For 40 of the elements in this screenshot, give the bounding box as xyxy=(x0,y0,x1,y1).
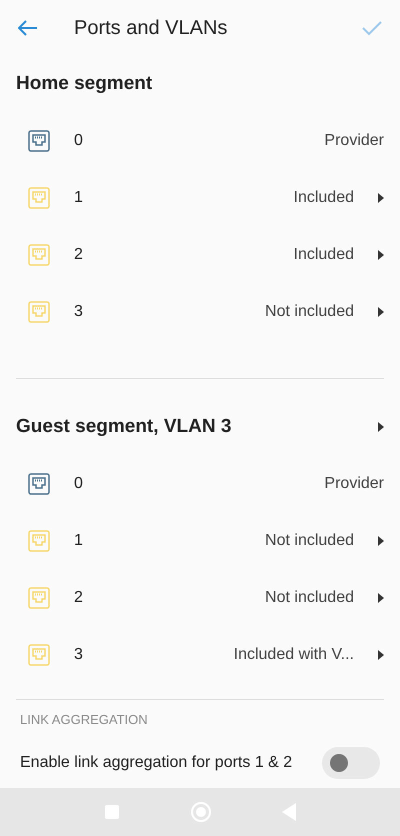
port-number: 1 xyxy=(74,188,84,206)
port-status[interactable]: Not included xyxy=(265,302,354,320)
ethernet-port-icon xyxy=(28,586,50,608)
segment-title: Home segment xyxy=(16,73,154,95)
port-number: 2 xyxy=(74,588,84,606)
home-icon[interactable] xyxy=(190,801,212,823)
recent-apps-icon[interactable] xyxy=(104,804,120,820)
port-number: 0 xyxy=(74,132,84,150)
ethernet-port-icon xyxy=(28,130,50,152)
port-status[interactable]: Included xyxy=(294,188,354,206)
caret-icon xyxy=(378,192,384,202)
port-status: Provider xyxy=(324,132,384,150)
caret-icon xyxy=(378,422,384,432)
port-number: 3 xyxy=(74,646,84,664)
ethernet-port-icon xyxy=(28,644,50,666)
ethernet-port-icon xyxy=(28,186,50,208)
section-heading: LINK AGGREGATION xyxy=(19,711,149,729)
port-number: 0 xyxy=(74,474,84,492)
caret-icon xyxy=(378,306,384,316)
port-status[interactable]: Included xyxy=(294,246,354,264)
ethernet-port-icon xyxy=(28,472,50,494)
port-status[interactable]: Not included xyxy=(265,588,354,606)
caret-icon xyxy=(378,536,384,546)
link-aggregation-switch[interactable] xyxy=(322,747,380,779)
caret-icon xyxy=(378,592,384,602)
port-number: 3 xyxy=(74,302,84,320)
segment-title: Guest segment, VLAN 3 xyxy=(16,416,232,438)
port-status: Provider xyxy=(324,474,384,492)
screen-title: Ports and VLANs xyxy=(74,16,228,40)
caret-icon xyxy=(378,650,384,660)
caret-icon xyxy=(378,250,384,260)
port-status[interactable]: Included with V... xyxy=(234,646,354,664)
back-icon[interactable] xyxy=(282,803,296,821)
port-status[interactable]: Not included xyxy=(265,532,354,550)
ethernet-port-icon xyxy=(28,244,50,266)
ethernet-port-icon xyxy=(28,300,50,322)
port-number: 1 xyxy=(74,532,84,550)
toggle-label: Enable link aggregation for ports 1 & 2 xyxy=(20,754,294,772)
port-number: 2 xyxy=(74,246,84,264)
ethernet-port-icon xyxy=(28,530,50,552)
